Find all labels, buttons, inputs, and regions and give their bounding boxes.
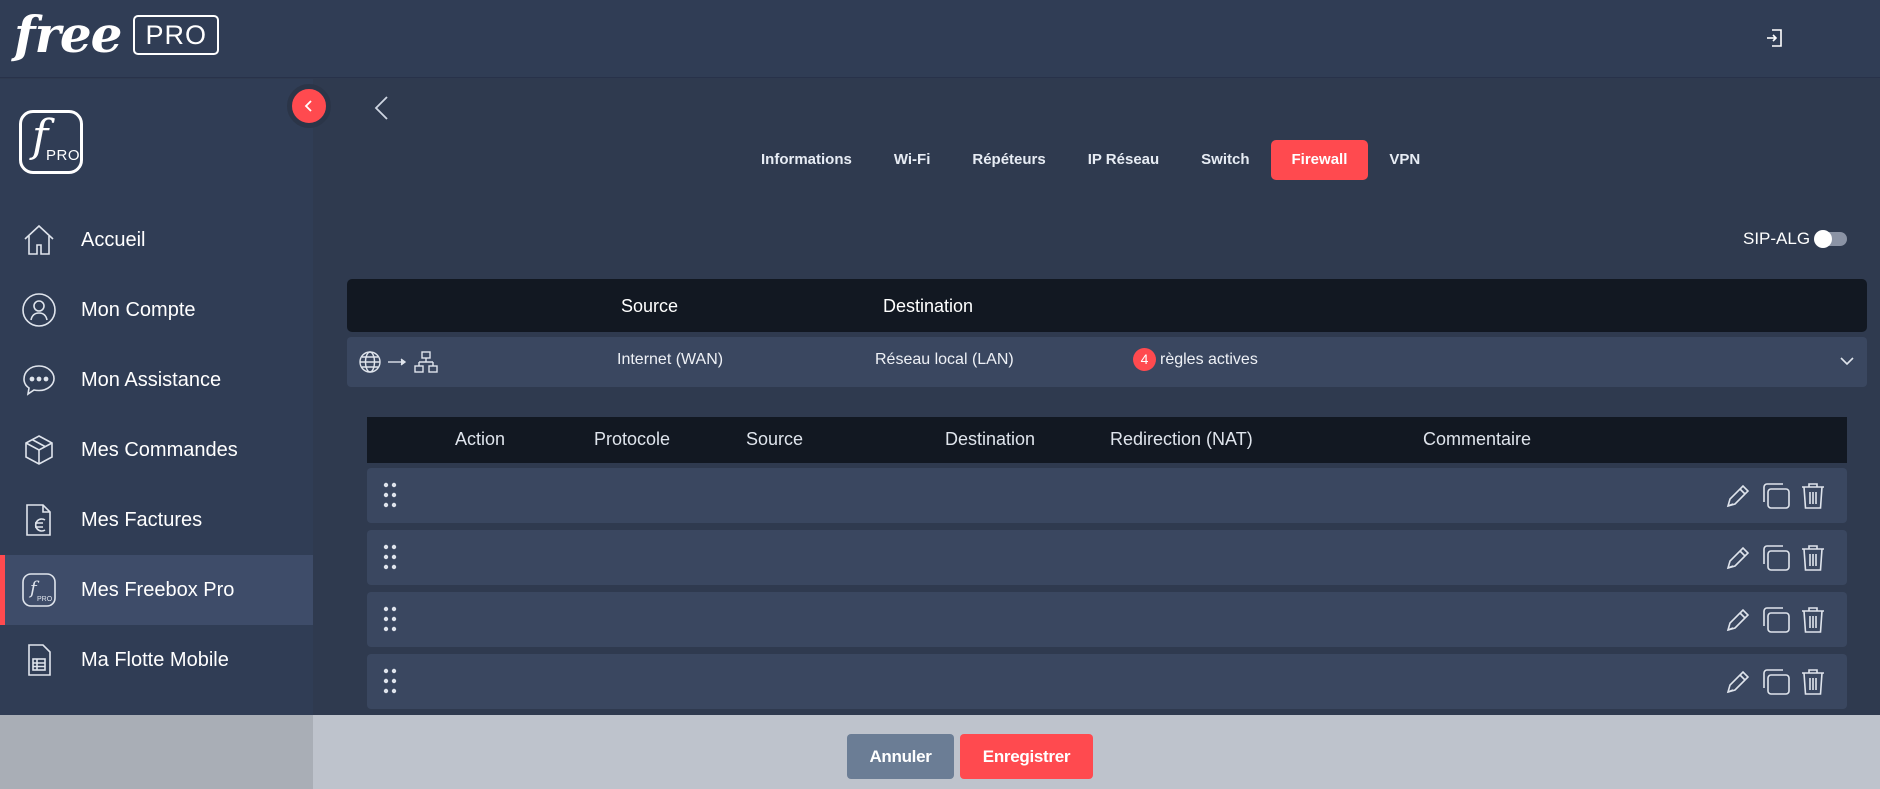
brand-tag: PRO: [133, 15, 219, 55]
header-destination: Destination: [883, 296, 974, 316]
edit-icon[interactable]: [1722, 481, 1752, 511]
tab-informations[interactable]: Informations: [740, 140, 873, 180]
sidebar-item-partial[interactable]: [0, 695, 313, 715]
sidebar-item-label: Accueil: [81, 228, 146, 251]
bottom-bar-sidebar-area: [0, 715, 313, 789]
top-bar: free PRO: [0, 0, 1880, 78]
sip-alg-setting: SIP-ALG: [1743, 229, 1848, 249]
column-header-source: Source: [746, 429, 804, 449]
sidebar-item-accueil[interactable]: Accueil: [0, 205, 313, 275]
duplicate-icon[interactable]: [1760, 481, 1792, 511]
duplicate-icon[interactable]: [1760, 605, 1792, 635]
save-button[interactable]: Enregistrer: [960, 734, 1093, 779]
direction-header: Source Destination: [347, 279, 1867, 332]
freebox-pro-logo: f PRO: [19, 110, 83, 174]
collapse-sidebar-button[interactable]: [287, 84, 331, 128]
logout-icon[interactable]: [1764, 27, 1786, 49]
column-header-protocole: Protocole: [594, 429, 671, 449]
column-header-action: Action: [455, 429, 506, 449]
table-row: [367, 468, 1847, 523]
edit-icon[interactable]: [1722, 605, 1752, 635]
sidebar-item-mon-assistance[interactable]: Mon Assistance: [0, 345, 313, 415]
table-row: [367, 592, 1847, 647]
cancel-button[interactable]: Annuler: [847, 734, 954, 779]
header-source: Source: [621, 296, 679, 316]
tab-vpn[interactable]: VPN: [1368, 140, 1441, 180]
home-icon: [20, 221, 58, 259]
tab-switch[interactable]: Switch: [1180, 140, 1270, 180]
tab-wifi[interactable]: Wi-Fi: [873, 140, 952, 180]
trash-icon[interactable]: [1800, 481, 1826, 511]
package-icon: [20, 431, 58, 469]
sidebar: f PRO Accueil Mon Compte Mon Assistance …: [0, 79, 313, 715]
brand-logo[interactable]: free PRO: [14, 10, 219, 60]
chevron-left-icon: [304, 100, 312, 112]
tab-ip-reseau[interactable]: IP Réseau: [1067, 140, 1180, 180]
wan-to-lan-icon: [359, 351, 438, 373]
table-row: [367, 530, 1847, 585]
invoice-euro-icon: [20, 501, 58, 539]
sidebar-item-mon-compte[interactable]: Mon Compte: [0, 275, 313, 345]
drag-handle-icon[interactable]: [382, 544, 398, 570]
trash-icon[interactable]: [1800, 667, 1826, 697]
drag-handle-icon[interactable]: [382, 482, 398, 508]
sidebar-item-label: Mes Commandes: [81, 438, 238, 461]
summary-source: Internet (WAN): [617, 351, 724, 368]
drag-handle-icon[interactable]: [382, 668, 398, 694]
column-header-commentaire: Commentaire: [1423, 429, 1532, 449]
column-header-destination: Destination: [945, 429, 1036, 449]
back-chevron-icon[interactable]: [372, 94, 392, 122]
svg-text:PRO: PRO: [37, 596, 53, 603]
trash-icon[interactable]: [1800, 605, 1826, 635]
sidebar-item-label: Ma Flotte Mobile: [81, 648, 229, 671]
trash-icon[interactable]: [1800, 543, 1826, 573]
sidebar-item-mes-freebox-pro[interactable]: f PRO Mes Freebox Pro: [0, 555, 313, 625]
edit-icon[interactable]: [1722, 667, 1752, 697]
sidebar-item-label: Mes Freebox Pro: [81, 578, 235, 601]
sim-card-icon: [20, 641, 58, 679]
logo-tag: PRO: [46, 147, 81, 164]
sidebar-item-label: Mon Compte: [81, 298, 196, 321]
brand-name: free: [14, 5, 122, 64]
summary-destination: Réseau local (LAN): [875, 351, 1014, 368]
duplicate-icon[interactable]: [1760, 543, 1792, 573]
summary-rules-label: règles actives: [1160, 351, 1258, 368]
duplicate-icon[interactable]: [1760, 667, 1792, 697]
sidebar-item-mes-commandes[interactable]: Mes Commandes: [0, 415, 313, 485]
rules-table-header: Action Protocole Source Destination Redi…: [367, 417, 1847, 463]
user-icon: [20, 291, 58, 329]
edit-icon[interactable]: [1722, 543, 1752, 573]
column-header-redirection-nat: Redirection (NAT): [1110, 429, 1253, 449]
active-rules-count-badge: 4: [1133, 348, 1156, 371]
sidebar-item-label: Mon Assistance: [81, 368, 222, 391]
sidebar-item-label: Mes Factures: [81, 508, 203, 531]
sidebar-item-mes-factures[interactable]: Mes Factures: [0, 485, 313, 555]
direction-summary-row[interactable]: Internet (WAN) Réseau local (LAN) règles…: [347, 337, 1867, 387]
tab-repeteurs[interactable]: Répéteurs: [951, 140, 1066, 180]
sidebar-item-ma-flotte-mobile[interactable]: Ma Flotte Mobile: [0, 625, 313, 695]
chevron-down-icon[interactable]: [1838, 352, 1856, 370]
tab-firewall[interactable]: Firewall: [1270, 140, 1369, 180]
sip-alg-toggle[interactable]: [1814, 230, 1848, 248]
tab-bar: Informations Wi-Fi Répéteurs IP Réseau S…: [740, 140, 1441, 180]
table-row: [367, 654, 1847, 709]
drag-handle-icon[interactable]: [382, 606, 398, 632]
chat-icon: [20, 361, 58, 399]
sip-alg-label: SIP-ALG: [1743, 229, 1811, 248]
freebox-pro-icon: f PRO: [20, 571, 58, 609]
toggle-knob: [1814, 230, 1833, 248]
bottom-action-bar: Annuler Enregistrer: [0, 715, 1880, 789]
